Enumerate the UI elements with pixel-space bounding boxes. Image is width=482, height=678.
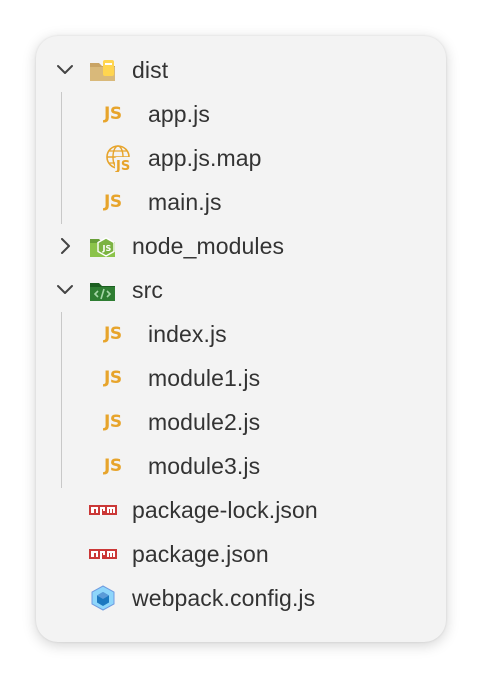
tree-item-label: package.json [132,540,269,567]
tree-item-webpack-config-js[interactable]: webpack.config.js [36,576,446,620]
tree-item-label: package-lock.json [132,496,318,523]
javascript-file-icon: JS [104,368,122,388]
tree-item-label: node_modules [132,232,285,259]
tree-item-label: module1.js [148,364,261,391]
npm-icon [89,549,117,559]
tree-item-label: src [132,276,163,303]
npm-icon [89,505,117,515]
javascript-map-file-icon: JS [106,145,133,172]
tree-item-label: module3.js [148,452,261,479]
javascript-file-icon: JS [104,192,122,212]
dist-folder-icon [90,60,115,81]
tree-item-src[interactable]: src [36,268,446,312]
tree-item-label: webpack.config.js [132,584,316,611]
tree-item-label: index.js [148,320,227,347]
node-folder-icon: JS [90,237,115,257]
chevron-down-icon[interactable] [55,282,75,298]
tree-item-node-modules[interactable]: JS node_modules [36,224,446,268]
indent-guide-dist [61,92,62,224]
tree-item-label: app.js [148,100,210,127]
tree-item-package-lock-json[interactable]: package-lock.json [36,488,446,532]
tree-item-dist[interactable]: dist [36,48,446,92]
webpack-icon [91,585,115,611]
src-folder-icon [90,283,115,301]
file-tree: dist JS app.js JS app.js.map JS main.js [36,48,446,620]
chevron-down-icon[interactable] [55,62,75,78]
svg-text:JS: JS [115,159,130,172]
indent-guide-src [61,312,62,488]
javascript-file-icon: JS [104,104,122,124]
tree-item-module3-js[interactable]: JS module3.js [36,444,446,488]
tree-item-label: main.js [148,188,222,215]
tree-item-app-js[interactable]: JS app.js [36,92,446,136]
tree-item-index-js[interactable]: JS index.js [36,312,446,356]
tree-item-label: app.js.map [148,144,262,171]
chevron-right-icon[interactable] [55,238,75,254]
javascript-file-icon: JS [104,456,122,476]
javascript-file-icon: JS [104,412,122,432]
tree-item-module1-js[interactable]: JS module1.js [36,356,446,400]
tree-item-main-js[interactable]: JS main.js [36,180,446,224]
tree-item-package-json[interactable]: package.json [36,532,446,576]
file-explorer-panel: dist JS app.js JS app.js.map JS main.js [36,36,446,642]
svg-text:JS: JS [102,244,112,253]
tree-item-label: dist [132,56,169,83]
tree-item-module2-js[interactable]: JS module2.js [36,400,446,444]
tree-item-label: module2.js [148,408,261,435]
javascript-file-icon: JS [104,324,122,344]
tree-item-app-js-map[interactable]: JS app.js.map [36,136,446,180]
